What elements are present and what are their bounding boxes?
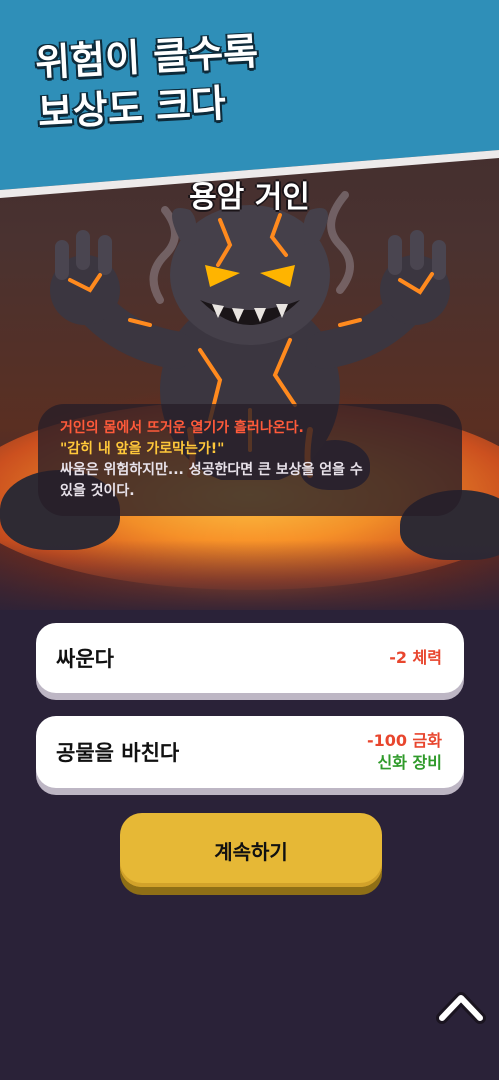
banner-title: 위험이 클수록 보상도 크다	[34, 21, 359, 138]
reward-mythic-gear: 신화 장비	[377, 753, 442, 772]
scene-fade	[0, 540, 499, 610]
chevron-up-icon[interactable]	[436, 986, 486, 1024]
choice-costs: -100 금화 신화 장비	[367, 730, 442, 774]
choice-offer-tribute-button[interactable]: 공물을 바친다 -100 금화 신화 장비	[36, 716, 464, 788]
choice-fight-button[interactable]: 싸운다 -2 체력	[36, 623, 464, 693]
continue-button[interactable]: 계속하기	[120, 813, 382, 887]
choice-label: 공물을 바친다	[56, 741, 180, 765]
narration-quote: "감히 내 앞을 가로막는가!"	[60, 441, 225, 457]
narration-line: 거인의 몸에서 뜨거운 열기가 흘러나온다.	[60, 420, 304, 436]
cost-hp: -2 체력	[389, 648, 442, 667]
choice-label: 싸운다	[56, 647, 114, 671]
continue-label: 계속하기	[214, 839, 288, 864]
cost-gold: -100 금화	[366, 731, 442, 750]
top-banner: 위험이 클수록 보상도 크다	[0, 0, 499, 200]
choice-costs: -2 체력	[389, 647, 442, 669]
narration-line: 있을 것이다.	[60, 483, 135, 499]
narration-box: 거인의 몸에서 뜨거운 열기가 흘러나온다. "감히 내 앞을 가로막는가!" …	[38, 404, 462, 516]
narration-line: 싸움은 위험하지만... 성공한다면 큰 보상을 얻을 수	[60, 462, 363, 478]
